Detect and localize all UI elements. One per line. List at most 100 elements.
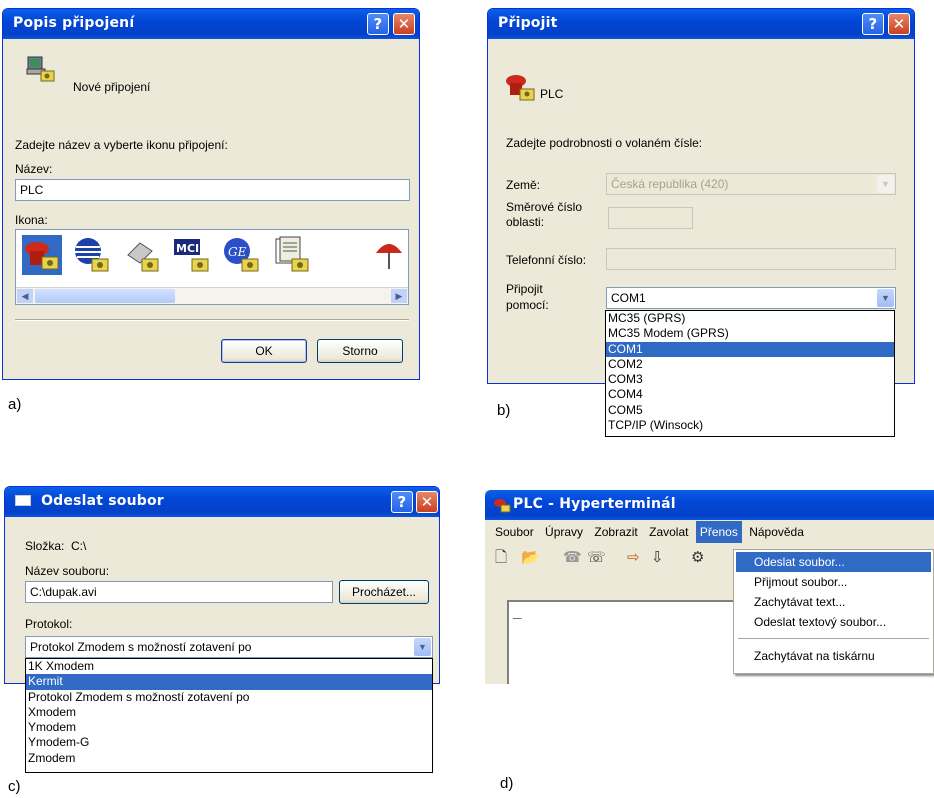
red-phone-icon[interactable] [22, 235, 62, 275]
caption-b: b) [497, 402, 511, 419]
window-title: Připojit [498, 15, 558, 31]
menu-soubor[interactable]: Soubor [491, 521, 538, 543]
scroll-right-icon[interactable]: ▶ [391, 289, 407, 303]
protocol-label: Protokol: [25, 617, 73, 631]
connect-via-select[interactable]: COM1 ▼ [606, 287, 896, 309]
title-bar[interactable]: PLC - Hyperterminál [485, 490, 934, 520]
title-bar[interactable]: Odeslat soubor ? ✕ [5, 487, 439, 517]
window-title: Odeslat soubor [41, 493, 164, 509]
caption-c: c) [8, 778, 21, 795]
name-input[interactable]: PLC [15, 179, 410, 201]
close-icon[interactable]: ✕ [888, 13, 910, 35]
disconnect-icon[interactable]: ☏ [587, 545, 606, 571]
connect-via-option[interactable]: TCP/IP (Winsock) [606, 418, 894, 433]
menu-item-receive-file[interactable]: Přijmout soubor... [736, 572, 847, 592]
protocol-option[interactable]: Ymodem-G [26, 735, 432, 750]
folder-label: Složka: C:\ [25, 539, 87, 553]
connect-via-option[interactable]: COM1 [606, 341, 894, 357]
scroll-thumb[interactable] [35, 289, 175, 303]
area-code-input [608, 207, 693, 229]
window-icon [15, 495, 31, 506]
menu-prenos[interactable]: Přenos [695, 521, 742, 543]
connect-via-option[interactable]: COM5 [606, 403, 894, 418]
hyperterminal-icon [494, 499, 511, 513]
protocol-dropdown-list[interactable]: 1K Xmodem Kermit Protokol Zmodem s možnost… [25, 658, 433, 773]
protocol-option[interactable]: Protokol Zmodem s možností zotavení po [26, 690, 432, 705]
connect-label-2: pomocí: [506, 298, 549, 312]
title-bar[interactable]: Připojit ? ✕ [488, 9, 914, 39]
connect-via-dropdown-list[interactable]: MC35 (GPRS) MC35 Modem (GPRS) COM1 COM2 COM3… [605, 310, 895, 437]
name-label: Název: [15, 162, 53, 176]
fax-icon[interactable] [122, 235, 162, 275]
menu-item-send-file[interactable]: Odeslat soubor... [736, 552, 931, 572]
call-icon[interactable]: ☎ [563, 545, 582, 571]
menu-item-capture-printer[interactable]: Zachytávat na tiskárnu [736, 646, 875, 666]
connect-via-option[interactable]: MC35 Modem (GPRS) [606, 326, 894, 341]
terminal-cursor: _ [513, 604, 522, 621]
svg-text:MCI: MCI [176, 242, 199, 255]
toolbar: 🗋 📂 ☎ ☏ ⇨ ⇩ ⚙ [491, 545, 751, 571]
send-icon[interactable]: ⇨ [627, 545, 640, 571]
network-connection-icon [26, 56, 55, 82]
close-icon[interactable]: ✕ [393, 13, 415, 35]
receive-icon[interactable]: ⇩ [651, 545, 664, 571]
globe-icon[interactable] [72, 235, 112, 275]
menu-bar: Soubor Úpravy Zobrazit Zavolat Přenos Ná… [485, 521, 934, 543]
menu-napoveda[interactable]: Nápověda [745, 521, 808, 543]
mci-icon[interactable]: MCI [172, 235, 212, 275]
svg-text:GE: GE [228, 245, 247, 259]
ge-icon[interactable]: GE [222, 235, 262, 275]
connect-via-option[interactable]: COM3 [606, 372, 894, 387]
filename-label: Název souboru: [25, 564, 110, 578]
connect-label-1: Připojit [506, 282, 543, 296]
protocol-option[interactable]: Kermit [26, 674, 432, 690]
name-prompt: Zadejte název a vyberte ikonu připojení: [15, 138, 228, 152]
open-folder-icon[interactable]: 📂 [521, 545, 540, 571]
protocol-option[interactable]: Xmodem [26, 705, 432, 720]
properties-icon[interactable]: ⚙ [691, 545, 704, 571]
caption-d: d) [500, 775, 514, 792]
connect-via-option[interactable]: MC35 (GPRS) [606, 311, 894, 326]
protocol-option[interactable]: 1K Xmodem [26, 659, 432, 674]
phone-input [606, 248, 896, 270]
chevron-down-icon[interactable]: ▼ [877, 289, 894, 307]
protocol-select[interactable]: Protokol Zmodem s možností zotavení po ▼ [25, 636, 433, 658]
dialog-odeslat-soubor: Odeslat soubor ? ✕ Složka: C:\ Název sou… [4, 486, 440, 684]
prenos-menu-dropdown: Odeslat soubor... Přijmout soubor... Zac… [733, 549, 934, 674]
dialog-popis-pripojeni: Popis připojení ? ✕ Nové připojení Zadej… [2, 8, 420, 380]
connect-via-option[interactable]: COM4 [606, 387, 894, 402]
scroll-left-icon[interactable]: ◀ [17, 289, 33, 303]
connection-header: Nové připojení [73, 80, 151, 94]
red-phone-icon [506, 75, 535, 101]
menu-zavolat[interactable]: Zavolat [645, 521, 692, 543]
icon-picker[interactable]: MCI GE ◀ ▶ [15, 229, 409, 305]
help-icon[interactable]: ? [862, 13, 884, 35]
separator [15, 319, 409, 321]
filename-input[interactable]: C:\dupak.avi [25, 581, 333, 603]
protocol-option[interactable]: Ymodem [26, 720, 432, 735]
window-title: Popis připojení [13, 15, 135, 31]
title-bar[interactable]: Popis připojení ? ✕ [3, 9, 419, 39]
connect-via-option[interactable]: COM2 [606, 357, 894, 372]
help-icon[interactable]: ? [367, 13, 389, 35]
menu-item-send-text-file[interactable]: Odeslat textový soubor... [736, 612, 886, 632]
umbrella-icon[interactable] [374, 235, 404, 275]
protocol-option[interactable]: Zmodem [26, 751, 432, 766]
menu-zobrazit[interactable]: Zobrazit [590, 521, 641, 543]
menu-upravy[interactable]: Úpravy [541, 521, 587, 543]
new-icon[interactable]: 🗋 [495, 545, 507, 571]
chevron-down-icon: ▼ [877, 175, 894, 193]
cancel-button[interactable]: Storno [317, 339, 403, 363]
ok-button[interactable]: OK [221, 339, 307, 363]
chevron-down-icon[interactable]: ▼ [414, 638, 431, 656]
document-icon[interactable] [272, 235, 312, 275]
help-icon[interactable]: ? [391, 491, 413, 513]
country-select: Česká republika (420) ▼ [606, 173, 896, 195]
menu-separator [738, 638, 929, 639]
menu-item-capture-text[interactable]: Zachytávat text... [736, 592, 845, 612]
horizontal-scrollbar[interactable]: ◀ ▶ [16, 287, 408, 304]
browse-button[interactable]: Procházet... [339, 580, 429, 604]
caption-a: a) [8, 396, 22, 413]
phone-label: Telefonní číslo: [506, 253, 587, 267]
close-icon[interactable]: ✕ [416, 491, 438, 513]
